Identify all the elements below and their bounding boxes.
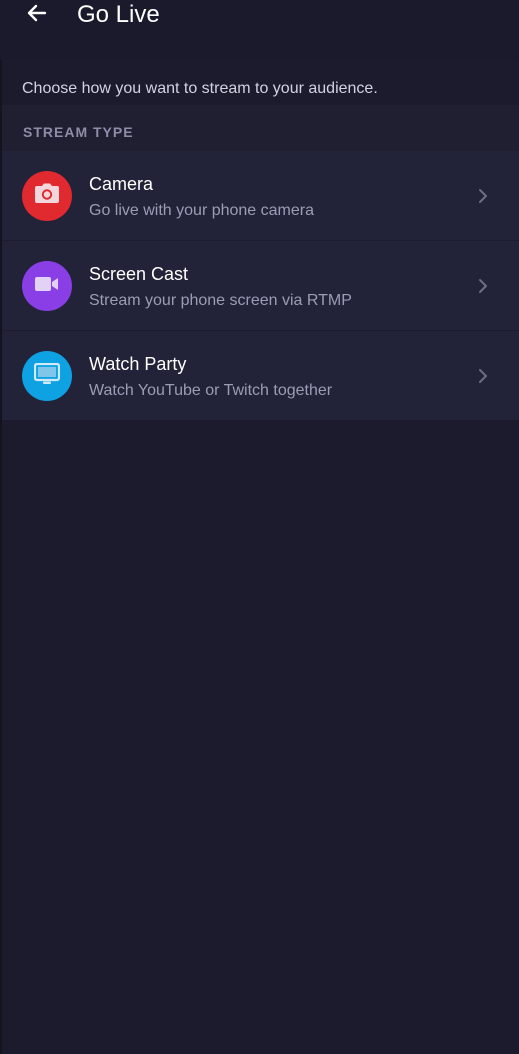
section-header: STREAM TYPE	[2, 105, 519, 151]
stream-type-watch-party[interactable]: Watch Party Watch YouTube or Twitch toge…	[2, 331, 519, 420]
stream-type-screen-cast[interactable]: Screen Cast Stream your phone screen via…	[2, 241, 519, 331]
monitor-icon-badge	[22, 351, 72, 401]
chevron-right-icon	[476, 187, 490, 205]
stream-type-subtitle: Stream your phone screen via RTMP	[89, 292, 352, 309]
go-live-screen: Go Live Choose how you want to stream to…	[0, 0, 519, 1054]
chevron-right-icon	[476, 277, 490, 295]
chevron-right-icon	[476, 367, 490, 385]
monitor-icon	[33, 362, 61, 390]
section-label: STREAM TYPE	[23, 124, 134, 140]
intro-text: Choose how you want to stream to your au…	[22, 80, 378, 97]
stream-type-list: Camera Go live with your phone camera Sc…	[2, 151, 519, 420]
stream-type-camera[interactable]: Camera Go live with your phone camera	[2, 151, 519, 241]
camera-icon-badge	[22, 171, 72, 221]
stream-type-title: Screen Cast	[89, 264, 189, 284]
stream-type-title: Camera	[89, 174, 154, 194]
video-camera-icon	[35, 276, 59, 297]
back-button[interactable]	[20, 0, 54, 30]
stream-type-subtitle: Go live with your phone camera	[89, 202, 314, 219]
stream-type-title: Watch Party	[89, 354, 187, 374]
header-bar: Go Live	[0, 0, 519, 60]
page-title: Go Live	[77, 1, 160, 28]
video-camera-icon-badge	[22, 261, 72, 311]
camera-icon	[34, 183, 60, 210]
stream-type-subtitle: Watch YouTube or Twitch together	[89, 382, 333, 399]
arrow-left-icon	[25, 1, 49, 30]
